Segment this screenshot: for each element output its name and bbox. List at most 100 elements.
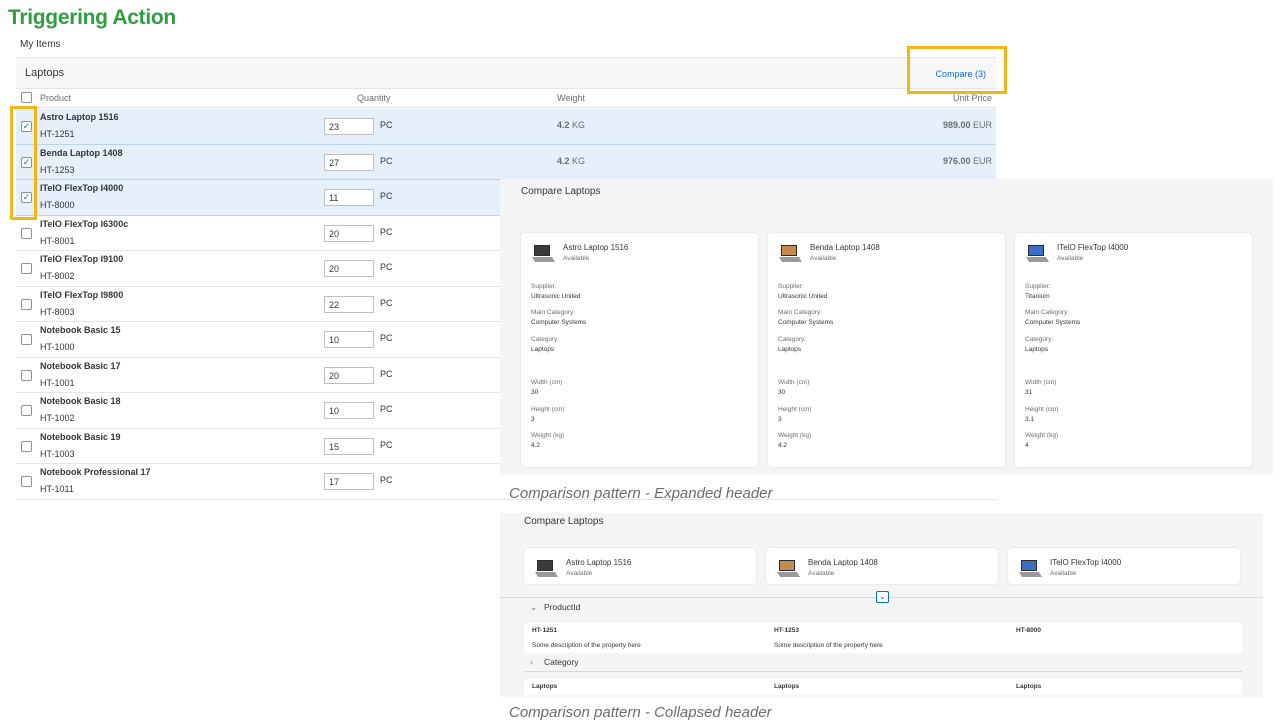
column-weight[interactable]: Weight (557, 93, 585, 103)
property-label: Main Category: (778, 309, 823, 316)
product-id: HT-1003 (40, 448, 75, 459)
table-row[interactable]: ✓ Benda Laptop 1408 HT-1253 27 PC 4.2 KG 976.0… (16, 144, 996, 180)
compare-expanded-panel: Compare Laptops Astro Laptop 1516 Availab… (500, 179, 1273, 475)
product-name: Notebook Basic 18 (40, 396, 121, 406)
quantity-unit: PC (380, 155, 393, 166)
column-unit-price[interactable]: Unit Price (953, 93, 992, 103)
quantity-unit: PC (380, 333, 393, 343)
quantity-input[interactable]: 27 (324, 153, 374, 171)
quantity-input[interactable]: 10 (324, 402, 374, 419)
quantity-input[interactable]: 20 (324, 260, 374, 277)
card-status: Available (1050, 570, 1077, 577)
row-checkbox[interactable] (21, 298, 32, 310)
product-card-compact[interactable]: Benda Laptop 1408 Available (766, 548, 998, 584)
quantity-input[interactable]: 15 (324, 437, 374, 455)
property-label: Supplier: (531, 283, 557, 290)
price-cell: 989.00 EUR (943, 120, 992, 130)
weight-value: 4.2 (557, 155, 570, 166)
slide-title: Triggering Action (8, 6, 176, 29)
property-label: Weight (kg) (1025, 432, 1059, 439)
table-row[interactable]: ✓ Astro Laptop 1516 HT-1251 23 PC 4.2 KG 989.0… (16, 109, 996, 145)
product-id: HT-1011 (40, 484, 74, 494)
product-id: HT-1253 (40, 164, 75, 175)
quantity-input[interactable]: 11 (324, 189, 374, 206)
product-name: Notebook Basic 19 (40, 431, 121, 442)
collapsed-caption: Comparison pattern - Collapsed header (509, 704, 772, 721)
quantity-input[interactable]: 20 (324, 366, 374, 384)
product-id: HT-8003 (40, 306, 75, 317)
laptop-icon (534, 558, 558, 583)
column-product[interactable]: Product (40, 93, 71, 103)
card-product-name: ITelO FlexTop I4000 (1050, 558, 1122, 567)
quantity-input[interactable]: 17 (324, 473, 374, 490)
card-product-name: Benda Laptop 1408 (810, 243, 880, 252)
property-label: Width (cm) (531, 379, 563, 386)
product-name: ITelO FlexTop I4000 (40, 183, 124, 193)
product-id: HT-1000 (40, 342, 75, 352)
row-checkbox[interactable] (21, 227, 32, 239)
product-name: Notebook Basic 15 (40, 325, 121, 335)
card-status: Available (808, 570, 835, 577)
quantity-input[interactable]: 22 (324, 295, 374, 313)
product-id: HT-8002 (40, 271, 75, 281)
property-label: Width (cm) (1025, 379, 1057, 386)
quantity-unit: PC (380, 191, 393, 201)
row-checkbox[interactable] (21, 440, 32, 452)
product-card-compact[interactable]: Astro Laptop 1516 Available (524, 548, 756, 584)
product-id: HT-1251 (40, 129, 75, 139)
compare-collapsed-panel: Compare Laptops Astro Laptop 1516 Availab… (500, 513, 1263, 697)
product-name: Astro Laptop 1516 (40, 112, 119, 122)
quantity-input[interactable]: 20 (324, 224, 374, 242)
product-card[interactable]: ITelO FlexTop I4000 Available Supplier: Tit… (1015, 233, 1252, 467)
property-value: Laptops (1025, 346, 1049, 353)
column-header-row: Product Quantity Weight Unit Price (16, 89, 996, 108)
property-value: Computer Systems (1025, 319, 1081, 326)
section-category[interactable]: › Category (530, 657, 579, 667)
column-quantity[interactable]: Quantity (357, 93, 391, 103)
quantity-unit: PC (380, 120, 393, 130)
quantity-input[interactable]: 23 (324, 118, 374, 135)
section-productid[interactable]: ⌄ ProductId (530, 602, 580, 613)
property-value: 4.2 (531, 442, 541, 449)
property-description: Some description of the property here (532, 642, 641, 649)
product-name: Notebook Professional 17 (40, 467, 151, 477)
row-checkbox[interactable] (21, 369, 32, 381)
product-name: ITelO FlexTop I9100 (40, 254, 124, 264)
expanded-caption: Comparison pattern - Expanded header (509, 485, 773, 502)
table-toolbar: Laptops Compare (3) (16, 57, 996, 89)
laptop-icon (776, 558, 800, 583)
product-card[interactable]: Benda Laptop 1408 Available Supplier: Ultra… (768, 233, 1005, 467)
product-card[interactable]: Astro Laptop 1516 Available Supplier: Ultra… (521, 233, 758, 467)
property-value: 31 (1025, 389, 1033, 396)
row-checkbox[interactable] (21, 263, 32, 274)
property-value: Ultrasonic United (531, 293, 581, 300)
productid-value: HT-1251 (532, 627, 557, 634)
property-label: Category: (778, 336, 807, 343)
laptop-icon (531, 243, 555, 268)
row-checkbox[interactable] (21, 334, 32, 345)
quantity-unit: PC (380, 226, 393, 237)
product-id: HT-1002 (40, 413, 75, 423)
row-checkbox[interactable] (21, 405, 32, 416)
property-label: Weight (kg) (531, 432, 565, 439)
compare-highlight-box (907, 46, 1007, 94)
selection-highlight-box (10, 106, 37, 220)
quantity-unit: PC (380, 439, 393, 450)
section-productid-label: ProductId (544, 602, 581, 612)
property-label: Height (cm) (531, 406, 565, 413)
property-value: Computer Systems (778, 319, 834, 326)
property-value: 3 (531, 416, 535, 423)
row-checkbox[interactable] (21, 476, 32, 487)
product-card-compact[interactable]: ITelO FlexTop I4000 Available (1008, 548, 1240, 584)
collapse-header-button[interactable]: ⌄ (876, 591, 889, 603)
weight-unit: KG (572, 120, 586, 130)
quantity-input[interactable]: 10 (324, 331, 374, 348)
property-value: Ultrasonic United (778, 293, 828, 300)
category-value: Laptops (1016, 683, 1042, 690)
quantity-unit: PC (380, 475, 393, 485)
chevron-right-icon: › (530, 657, 533, 667)
property-value: Laptops (531, 346, 555, 353)
price-currency: EUR (972, 155, 992, 166)
select-all-checkbox[interactable] (21, 92, 32, 103)
property-value: Titanium (1025, 293, 1050, 300)
